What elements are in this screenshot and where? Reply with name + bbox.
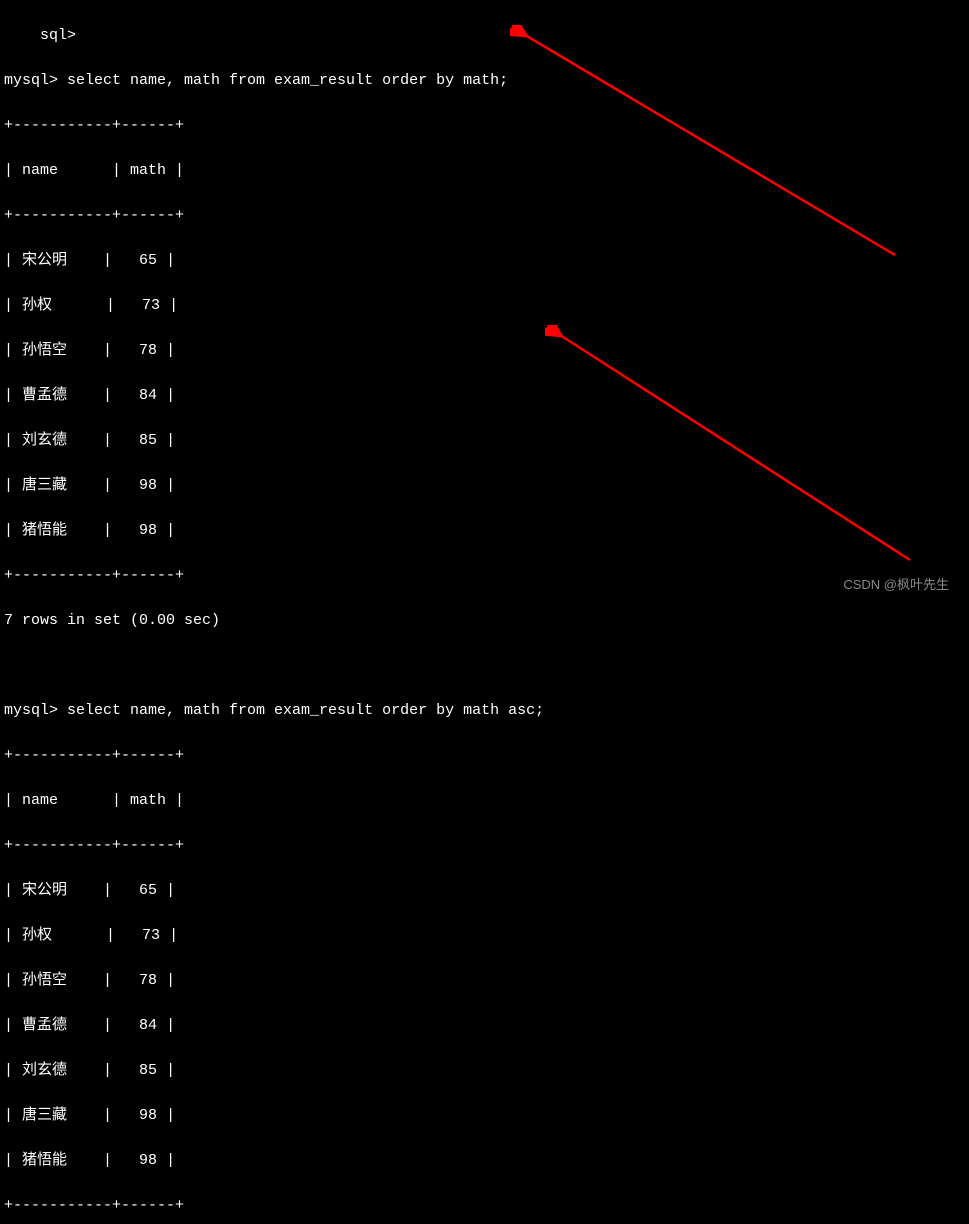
table-row: | 孙权 | 73 | bbox=[4, 925, 965, 948]
table-separator: +-----------+------+ bbox=[4, 115, 965, 138]
table-header: | name | math | bbox=[4, 160, 965, 183]
blank-line bbox=[4, 655, 965, 678]
mysql-prompt: mysql> bbox=[4, 702, 67, 719]
table-row: | 刘玄德 | 85 | bbox=[4, 1060, 965, 1083]
table-row: | 孙悟空 | 78 | bbox=[4, 340, 965, 363]
mysql-prompt: mysql> bbox=[4, 72, 67, 89]
partial-prompt: sql> bbox=[4, 25, 965, 48]
query-line-2: mysql> select name, math from exam_resul… bbox=[4, 700, 965, 723]
table-row: | 唐三藏 | 98 | bbox=[4, 475, 965, 498]
table-row: | 唐三藏 | 98 | bbox=[4, 1105, 965, 1128]
sql-statement: select name, math from exam_result order… bbox=[67, 72, 508, 89]
table-row: | 宋公明 | 65 | bbox=[4, 250, 965, 273]
table-row: | 猪悟能 | 98 | bbox=[4, 520, 965, 543]
result-footer: 7 rows in set (0.00 sec) bbox=[4, 610, 965, 633]
table-separator: +-----------+------+ bbox=[4, 745, 965, 768]
table-separator: +-----------+------+ bbox=[4, 205, 965, 228]
terminal-output: sql> mysql> select name, math from exam_… bbox=[4, 2, 965, 1224]
table-header: | name | math | bbox=[4, 790, 965, 813]
table-separator: +-----------+------+ bbox=[4, 835, 965, 858]
query-line-1: mysql> select name, math from exam_resul… bbox=[4, 70, 965, 93]
table-separator: +-----------+------+ bbox=[4, 565, 965, 588]
table-row: | 猪悟能 | 98 | bbox=[4, 1150, 965, 1173]
watermark-text: CSDN @枫叶先生 bbox=[843, 575, 949, 595]
table-row: | 孙权 | 73 | bbox=[4, 295, 965, 318]
table-row: | 孙悟空 | 78 | bbox=[4, 970, 965, 993]
table-separator: +-----------+------+ bbox=[4, 1195, 965, 1218]
table-row: | 刘玄德 | 85 | bbox=[4, 430, 965, 453]
table-row: | 曹孟德 | 84 | bbox=[4, 1015, 965, 1038]
sql-statement: select name, math from exam_result order… bbox=[67, 702, 544, 719]
table-row: | 曹孟德 | 84 | bbox=[4, 385, 965, 408]
table-row: | 宋公明 | 65 | bbox=[4, 880, 965, 903]
